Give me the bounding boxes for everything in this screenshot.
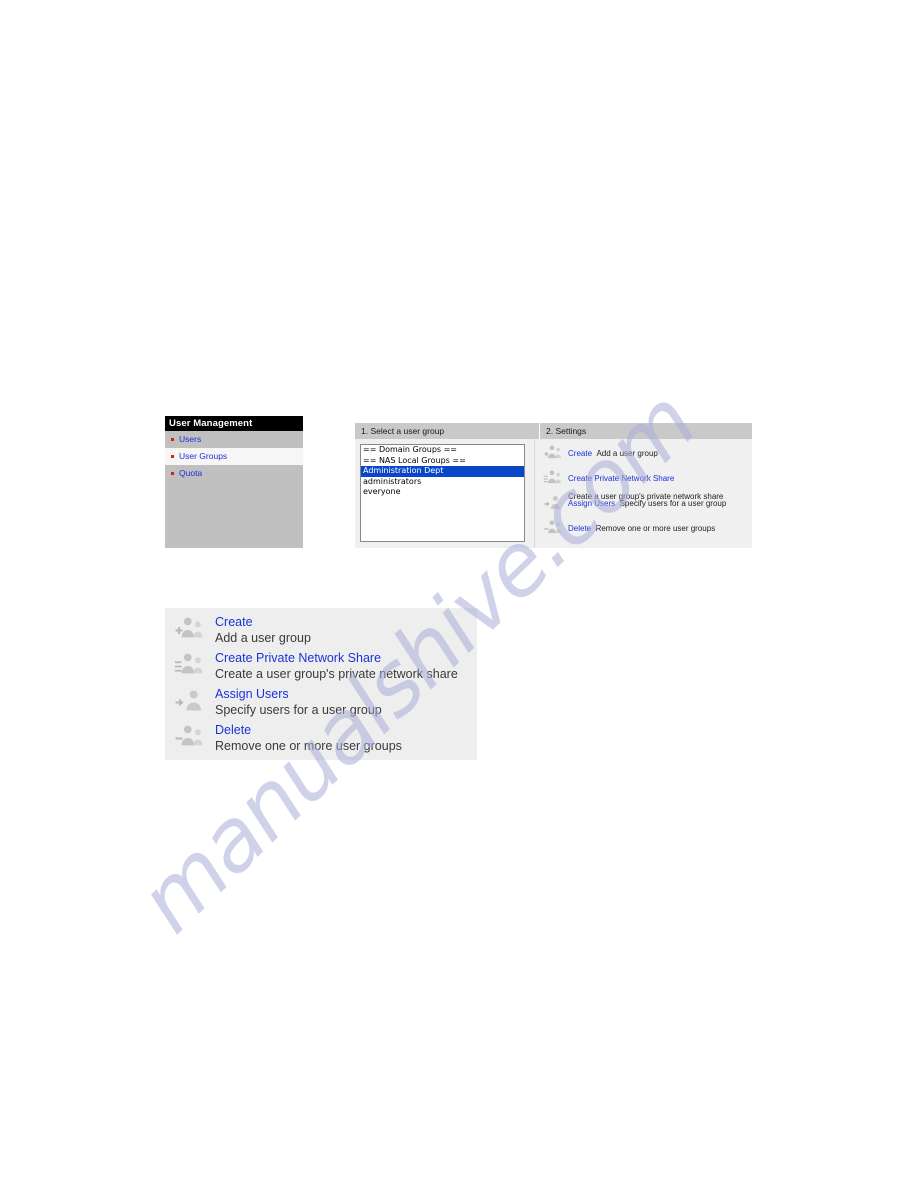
remove-user-group-icon <box>543 518 565 540</box>
user-management-screenshot: User Management Users User Groups Quota … <box>165 416 752 548</box>
sidebar-item-label: Users <box>179 434 202 444</box>
action-text: Assign Users Specify users for a user gr… <box>215 686 382 719</box>
network-share-group-icon <box>173 650 209 684</box>
add-user-group-icon <box>543 443 565 465</box>
user-group-listbox[interactable]: == Domain Groups == == NAS Local Groups … <box>360 444 525 542</box>
action-list: Create Add a user group Create Private N… <box>173 614 477 758</box>
list-item[interactable]: == NAS Local Groups == <box>361 456 524 467</box>
action-description: Add a user group <box>215 631 311 645</box>
action-delete[interactable]: Delete Remove one or more user groups <box>173 722 477 758</box>
action-text: Create Private Network Share Create a us… <box>215 650 458 683</box>
sidebar-item-label: User Groups <box>179 451 228 461</box>
action-title: Assign Users <box>568 499 616 508</box>
sidebar-item-label: Quota <box>179 468 203 478</box>
action-text: Delete Remove one or more user groups <box>215 722 402 755</box>
page-title: User Management <box>165 416 303 431</box>
step1-header: 1. Select a user group <box>355 423 540 439</box>
settings-action-list: Create Add a user group Create Private N… <box>543 443 750 543</box>
action-create[interactable]: Create Add a user group <box>543 443 750 466</box>
action-title: Delete <box>568 524 592 533</box>
page-watermark: manualshive.com <box>0 0 918 1188</box>
action-title: Create Private Network Share <box>215 651 382 665</box>
sidebar-nav: Users User Groups Quota <box>165 431 303 482</box>
action-description: Add a user group <box>596 449 658 458</box>
action-title: Delete <box>215 723 252 737</box>
sidebar-item-user-groups[interactable]: User Groups <box>165 448 303 465</box>
action-assign-users[interactable]: Assign Users Specify users for a user gr… <box>173 686 477 722</box>
action-description: Specify users for a user group <box>619 499 727 508</box>
action-text: Delete Remove one or more user groups <box>568 518 715 536</box>
sidebar: User Management Users User Groups Quota <box>165 416 303 548</box>
main-content: 1. Select a user group 2. Settings == Do… <box>355 423 752 548</box>
assign-users-icon <box>543 493 565 515</box>
action-title: Create Private Network Share <box>568 474 675 483</box>
remove-user-group-icon <box>173 722 209 756</box>
sidebar-item-users[interactable]: Users <box>165 431 303 448</box>
list-item[interactable]: Administration Dept <box>361 466 524 477</box>
action-assign-users[interactable]: Assign Users Specify users for a user gr… <box>543 493 750 516</box>
bullet-icon <box>171 471 174 475</box>
action-create-private-network-share[interactable]: Create Private Network Share Create a us… <box>543 468 750 501</box>
action-title: Create <box>215 615 253 629</box>
settings-actions-detail: Create Add a user group Create Private N… <box>165 608 477 760</box>
network-share-group-icon <box>543 468 565 490</box>
action-title: Assign Users <box>215 687 289 701</box>
action-text: Assign Users Specify users for a user gr… <box>568 493 726 511</box>
column-bodies: == Domain Groups == == NAS Local Groups … <box>355 439 752 548</box>
action-description: Remove one or more user groups <box>595 524 716 533</box>
action-title: Create <box>568 449 593 458</box>
action-delete[interactable]: Delete Remove one or more user groups <box>543 518 750 541</box>
action-description: Create a user group's private network sh… <box>215 667 458 681</box>
sidebar-item-quota[interactable]: Quota <box>165 465 303 482</box>
bullet-icon <box>171 437 174 441</box>
list-item[interactable]: == Domain Groups == <box>361 445 524 456</box>
action-create-private-network-share[interactable]: Create Private Network Share Create a us… <box>173 650 477 686</box>
bullet-icon <box>171 454 174 458</box>
action-description: Specify users for a user group <box>215 703 382 717</box>
action-text: Create Add a user group <box>215 614 311 647</box>
select-user-group-column: == Domain Groups == == NAS Local Groups … <box>355 439 534 548</box>
list-item[interactable]: administrators <box>361 477 524 488</box>
step2-header: 2. Settings <box>546 426 587 436</box>
assign-users-icon <box>173 686 209 720</box>
column-headers: 1. Select a user group 2. Settings <box>355 423 752 439</box>
list-item[interactable]: everyone <box>361 487 524 498</box>
action-text: Create Add a user group <box>568 443 658 461</box>
action-description: Remove one or more user groups <box>215 739 402 753</box>
add-user-group-icon <box>173 614 209 648</box>
action-create[interactable]: Create Add a user group <box>173 614 477 650</box>
settings-column: Create Add a user group Create Private N… <box>534 439 752 548</box>
